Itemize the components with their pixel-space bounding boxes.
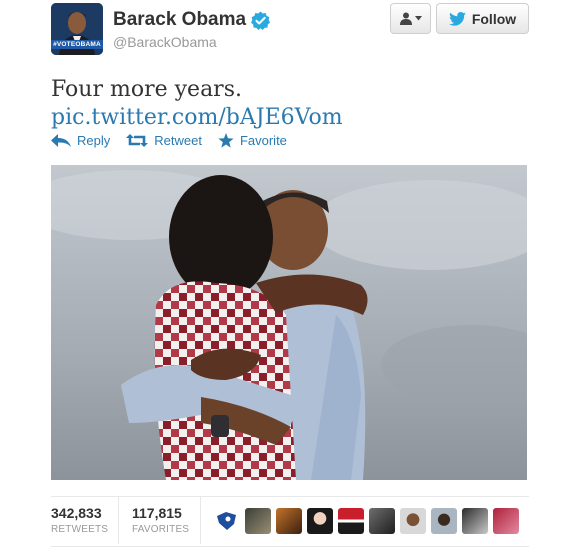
stats-separator [200, 497, 201, 544]
favoriter-avatar[interactable] [369, 508, 395, 534]
author-avatar[interactable]: #VOTEOBAMA [51, 3, 103, 55]
stats-separator [118, 497, 119, 544]
embrace-photo [51, 165, 527, 480]
state-map-icon [217, 512, 236, 530]
retweet-action[interactable]: Retweet [126, 133, 202, 148]
follow-button[interactable]: Follow [436, 3, 529, 34]
user-actions-button[interactable] [390, 3, 431, 34]
author-display-name[interactable]: Barack Obama [113, 9, 246, 31]
favorites-stat[interactable]: 117,815 FAVORITES [132, 505, 189, 535]
retweet-label: Retweet [154, 133, 202, 148]
favorites-label: FAVORITES [132, 524, 190, 535]
favoriter-avatar[interactable] [338, 508, 364, 534]
retweets-count: 342,833 [51, 505, 102, 521]
caret-down-icon [414, 16, 422, 21]
twitter-bird-icon [448, 11, 466, 26]
retweet-icon [126, 134, 149, 147]
tweet-photo[interactable] [51, 165, 527, 480]
reply-action[interactable]: Reply [51, 133, 110, 148]
star-icon [218, 133, 234, 148]
favoriter-avatars [214, 508, 519, 534]
avatar-tag: #VOTEOBAMA [51, 40, 103, 49]
favoriter-avatar[interactable] [214, 508, 240, 534]
retweets-label: RETWEETS [51, 524, 109, 535]
favoriter-avatar[interactable] [307, 508, 333, 534]
tweet-text: Four more years. [51, 77, 242, 102]
tweet-actions: Reply Retweet Favorite [51, 133, 303, 148]
author-name-row: Barack Obama [113, 9, 271, 31]
author-handle[interactable]: @BarackObama [113, 34, 217, 50]
favorites-count: 117,815 [132, 505, 182, 521]
verified-badge-icon [251, 10, 271, 30]
retweets-stat[interactable]: 342,833 RETWEETS [51, 505, 108, 535]
tweet-media-link[interactable]: pic.twitter.com/bAJE6Vom [51, 103, 343, 133]
stats-bottom-divider [51, 546, 529, 547]
favoriter-avatar[interactable] [431, 508, 457, 534]
favorite-action[interactable]: Favorite [218, 133, 287, 148]
reply-icon [51, 134, 71, 147]
user-icon [399, 12, 412, 25]
favoriter-avatar[interactable] [400, 508, 426, 534]
favoriter-avatar[interactable] [493, 508, 519, 534]
favoriter-avatar[interactable] [245, 508, 271, 534]
stats-top-divider [51, 496, 529, 497]
favorite-label: Favorite [239, 133, 287, 148]
follow-label: Follow [471, 10, 517, 27]
favoriter-avatar[interactable] [276, 508, 302, 534]
reply-label: Reply [77, 133, 111, 148]
tweet-permalink: #VOTEOBAMA Barack Obama @BarackObama Fol… [0, 0, 577, 552]
favoriter-avatar[interactable] [462, 508, 488, 534]
